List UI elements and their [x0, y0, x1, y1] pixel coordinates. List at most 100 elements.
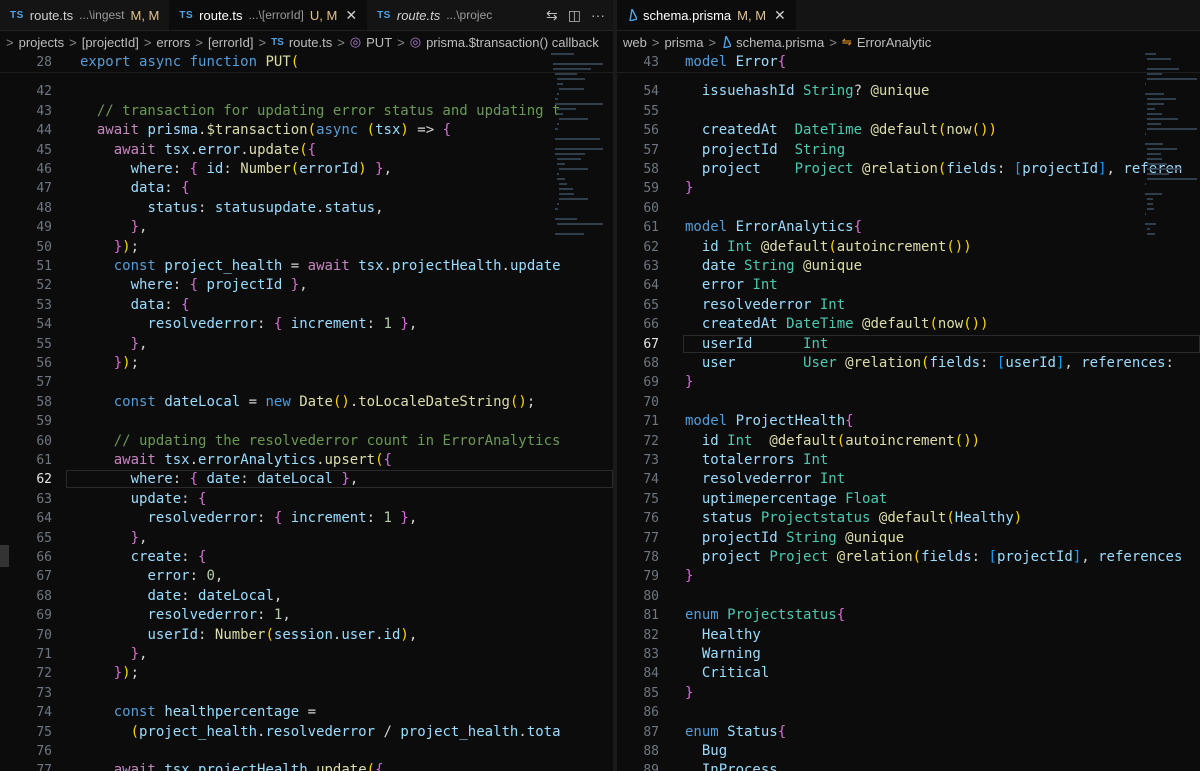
code-line[interactable]: 75 (project_health.resolvederror / proje…	[0, 723, 613, 742]
code-line[interactable]: 42	[0, 82, 613, 101]
code-line[interactable]: 65 },	[0, 529, 613, 548]
code-line[interactable]: 52 where: { projectId },	[0, 276, 613, 295]
code-line[interactable]: 54 resolvederror: { increment: 1 },	[0, 315, 613, 334]
code-line[interactable]: 71 },	[0, 645, 613, 664]
code-line[interactable]: 83 Warning	[617, 645, 1200, 664]
tab-route-errorid[interactable]: TS route.ts ...\[errorId] U, M ✕	[169, 0, 368, 30]
code-line[interactable]: 81 enum Projectstatus{	[617, 606, 1200, 625]
code-line[interactable]: 85}	[617, 684, 1200, 703]
code-line[interactable]: 73 totalerrors Int	[617, 451, 1200, 470]
code-line[interactable]: 60 // updating the resolvederror count i…	[0, 432, 613, 451]
breadcrumb-item[interactable]: prisma	[664, 35, 703, 50]
code-line[interactable]: 53 data: {	[0, 296, 613, 315]
code-line[interactable]: 58 project Project @relation(fields: [pr…	[617, 160, 1200, 179]
code-line[interactable]: 73	[0, 684, 613, 703]
code-line[interactable]: 48 status: statusupdate.status,	[0, 199, 613, 218]
code-line[interactable]: 64 resolvederror: { increment: 1 },	[0, 509, 613, 528]
code-line[interactable]: 65 resolvederror Int	[617, 296, 1200, 315]
code-line[interactable]: 46 where: { id: Number(errorId) },	[0, 160, 613, 179]
code-line[interactable]: 45 await tsx.error.update({	[0, 141, 613, 160]
code-line[interactable]: 59}	[617, 179, 1200, 198]
breadcrumb-item[interactable]: [errorId]	[208, 35, 254, 50]
right-code-editor[interactable]: 43 model Error{ 54 issuehashId String? @un…	[617, 53, 1200, 771]
breadcrumb-item[interactable]: schema.prisma	[736, 35, 824, 50]
code-line[interactable]: 50 });	[0, 238, 613, 257]
code-line[interactable]: 74 resolvederror Int	[617, 470, 1200, 489]
code-line[interactable]: 44 await prisma.$transaction(async (tsx)…	[0, 121, 613, 140]
code-line[interactable]: 72 id Int @default(autoincrement())	[617, 432, 1200, 451]
code-line[interactable]: 51 const project_health = await tsx.proj…	[0, 257, 613, 276]
code-line[interactable]: 61 await tsx.errorAnalytics.upsert({	[0, 451, 613, 470]
tab-route-ingest[interactable]: TS route.ts ...\ingest M, M	[0, 0, 170, 30]
code-line[interactable]: 60	[617, 199, 1200, 218]
code-line[interactable]: 58 const dateLocal = new Date().toLocale…	[0, 393, 613, 412]
code-line[interactable]: 63 date String @unique	[617, 257, 1200, 276]
left-code-editor[interactable]: 28 export async function PUT( 42 43 // tran…	[0, 53, 613, 771]
code-line[interactable]: 76 status Projectstatus @default(Healthy…	[617, 509, 1200, 528]
compare-changes-icon[interactable]: ⇆	[546, 7, 558, 24]
code-line[interactable]: 69}	[617, 373, 1200, 392]
code-line[interactable]: 76	[0, 742, 613, 761]
code-line[interactable]: 71 model ProjectHealth{	[617, 412, 1200, 431]
code-line[interactable]: 68 user User @relation(fields: [userId],…	[617, 354, 1200, 373]
code-line[interactable]: 62 id Int @default(autoincrement())	[617, 238, 1200, 257]
code-line[interactable]: 59	[0, 412, 613, 431]
more-actions-icon[interactable]: ···	[591, 7, 605, 23]
split-editor-icon[interactable]: ◫	[568, 7, 581, 24]
line-number: 54	[643, 84, 659, 100]
breadcrumb-item[interactable]: prisma.$transaction() callback	[426, 35, 599, 50]
code-line[interactable]: 77 await tsx.projectHealth.update({	[0, 761, 613, 771]
code-line[interactable]: 62 where: { date: dateLocal },	[0, 470, 613, 489]
code-line[interactable]: 74 const healthpercentage =	[0, 703, 613, 722]
code-line[interactable]: 70 userId: Number(session.user.id),	[0, 626, 613, 645]
code-line[interactable]: 63 update: {	[0, 490, 613, 509]
close-icon[interactable]: ✕	[774, 7, 786, 24]
breadcrumb-item[interactable]: ErrorAnalytic	[857, 35, 931, 50]
code-line[interactable]: 49 },	[0, 218, 613, 237]
code-line[interactable]: 69 resolvederror: 1,	[0, 606, 613, 625]
code-line[interactable]: 84 Critical	[617, 664, 1200, 683]
breadcrumb-item[interactable]: [projectId]	[82, 35, 139, 50]
breadcrumb-item[interactable]: PUT	[366, 35, 392, 50]
code-line[interactable]: 82 Healthy	[617, 626, 1200, 645]
code-line[interactable]: 70	[617, 393, 1200, 412]
code-line[interactable]: 67 userId Int	[617, 334, 1200, 354]
code-line[interactable]: 80	[617, 587, 1200, 606]
breadcrumb-item[interactable]: projects	[19, 35, 65, 50]
breadcrumb-item[interactable]: web	[623, 35, 647, 50]
code-line[interactable]: 77 projectId String @unique	[617, 529, 1200, 548]
code-line[interactable]: 56 });	[0, 354, 613, 373]
code-line[interactable]: 89 InProcess	[617, 761, 1200, 771]
code-line[interactable]: 61 model ErrorAnalytics{	[617, 218, 1200, 237]
code-line[interactable]: 55 },	[0, 335, 613, 354]
left-minimap[interactable]	[551, 53, 613, 253]
code-line[interactable]: 68 date: dateLocal,	[0, 587, 613, 606]
code-line[interactable]: 64 error Int	[617, 276, 1200, 295]
tab-schema-prisma[interactable]: schema.prisma M, M ✕	[617, 0, 796, 30]
code-line[interactable]: 43 model Error{	[617, 53, 1200, 74]
code-line[interactable]: 54 issuehashId String? @unique	[617, 82, 1200, 101]
code-line[interactable]: 66 createdAt DateTime @default(now())	[617, 315, 1200, 334]
code-line[interactable]: 57	[0, 373, 613, 392]
code-line[interactable]: 56 createdAt DateTime @default(now())	[617, 121, 1200, 140]
code-line[interactable]: 67 error: 0,	[0, 567, 613, 586]
code-line[interactable]: 43 // transaction for updating error sta…	[0, 102, 613, 121]
breadcrumb-item[interactable]: errors	[156, 35, 190, 50]
code-line[interactable]: 66 create: {	[0, 548, 613, 567]
line-text: await tsx.error.update({	[113, 141, 317, 158]
code-line[interactable]: 75 uptimepercentage Float	[617, 490, 1200, 509]
code-line[interactable]: 87 enum Status{	[617, 723, 1200, 742]
code-line[interactable]: 28 export async function PUT(	[0, 53, 613, 74]
code-line[interactable]: 47 data: {	[0, 179, 613, 198]
code-line[interactable]: 78 project Project @relation(fields: [pr…	[617, 548, 1200, 567]
code-line[interactable]: 86	[617, 703, 1200, 722]
code-line[interactable]: 72 });	[0, 664, 613, 683]
tab-route-project[interactable]: TS route.ts ...\projec	[367, 0, 503, 30]
code-line[interactable]: 55	[617, 102, 1200, 121]
right-minimap[interactable]	[1145, 53, 1200, 243]
breadcrumb-item[interactable]: route.ts	[289, 35, 332, 50]
code-line[interactable]: 88 Bug	[617, 742, 1200, 761]
code-line[interactable]: 57 projectId String	[617, 141, 1200, 160]
close-icon[interactable]: ✕	[345, 7, 357, 24]
code-line[interactable]: 79}	[617, 567, 1200, 586]
